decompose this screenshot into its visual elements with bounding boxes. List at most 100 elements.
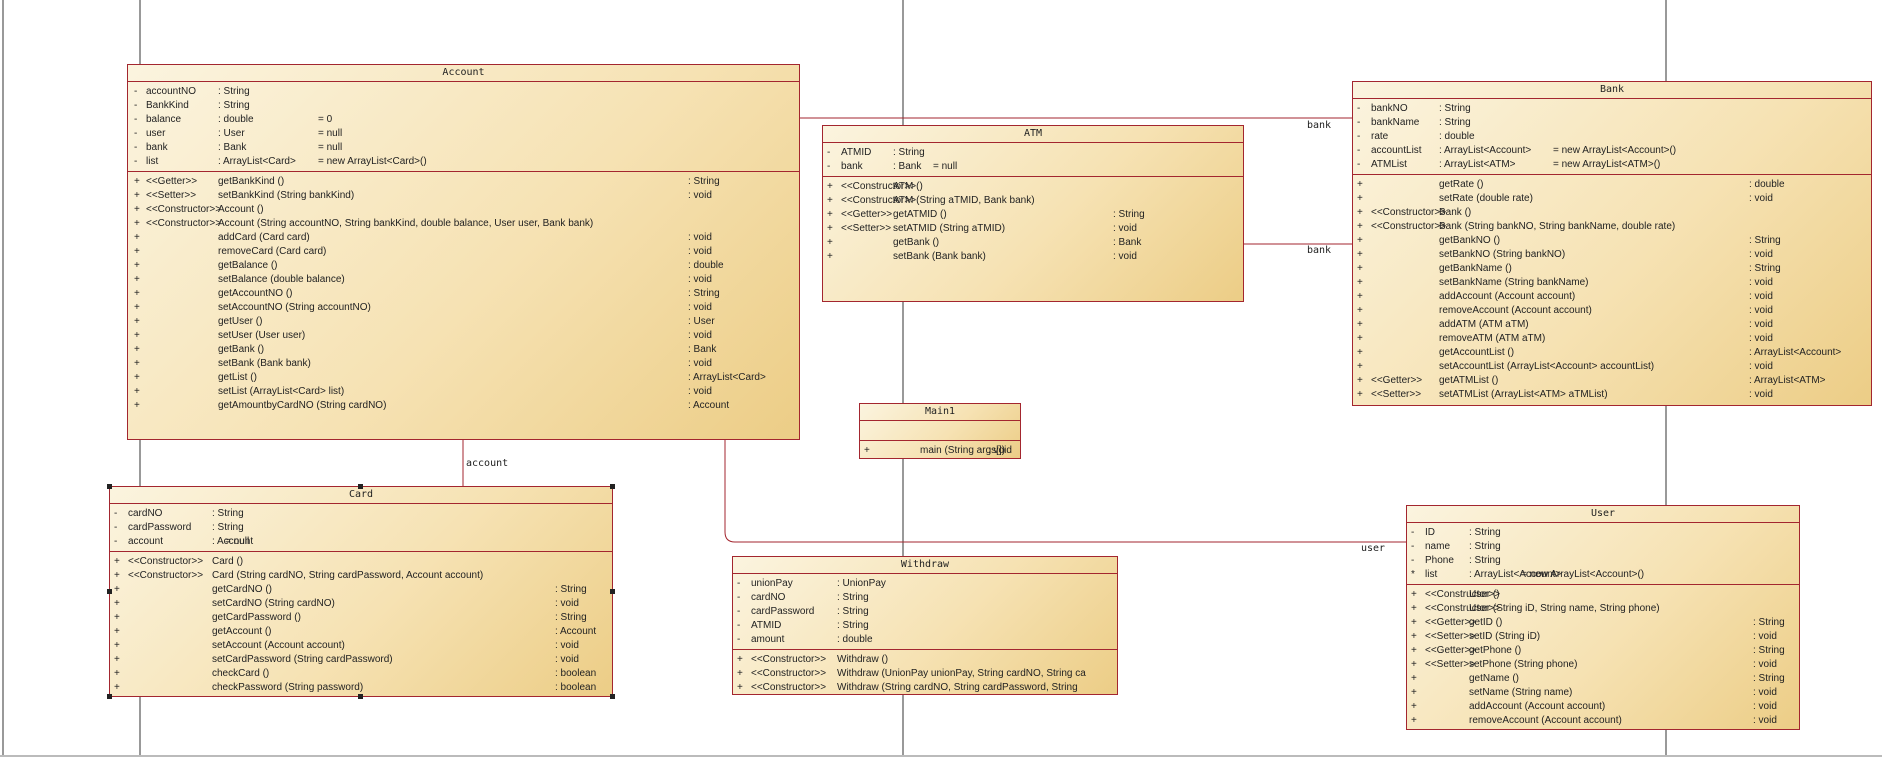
- operation-row[interactable]: + setBankNO (String bankNO): void: [1353, 248, 1871, 262]
- selection-handle[interactable]: [107, 484, 112, 489]
- operation-row[interactable]: + setCardNO (String cardNO): void: [110, 597, 612, 611]
- operation-row[interactable]: + removeCard (Card card): void: [128, 245, 799, 259]
- diagram-canvas[interactable]: account bank bank user Account - accountNO…: [0, 0, 1882, 757]
- attribute-row[interactable]: - ATMID: String: [823, 146, 1243, 160]
- operation-row[interactable]: + <<Constructor>> Card (): [110, 555, 612, 569]
- attribute-row[interactable]: - ATMList: ArrayList<ATM> = new ArrayList<…: [1353, 158, 1871, 172]
- operation-row[interactable]: + removeAccount (Account account): void: [1353, 304, 1871, 318]
- attribute-row[interactable]: - accountList: ArrayList<Account> = new Ar…: [1353, 144, 1871, 158]
- operation-row[interactable]: + getName (): String: [1407, 672, 1799, 686]
- operation-row[interactable]: + getBank (): Bank: [128, 343, 799, 357]
- attribute-row[interactable]: - bankNO: String: [1353, 102, 1871, 116]
- operation-row[interactable]: + getBank (): Bank: [823, 236, 1243, 250]
- operation-row[interactable]: + setRate (double rate): void: [1353, 192, 1871, 206]
- operation-row[interactable]: + getCardNO (): String: [110, 583, 612, 597]
- operation-row[interactable]: + <<Constructor>> Account (): [128, 203, 799, 217]
- operation-row[interactable]: + <<Constructor>> Withdraw (String cardNO,…: [733, 681, 1117, 695]
- operation-row[interactable]: + <<Constructor>> Bank (String bankNO, Str…: [1353, 220, 1871, 234]
- attribute-row[interactable]: - bankName: String: [1353, 116, 1871, 130]
- operation-row[interactable]: + main (String args[]): void: [860, 444, 1020, 458]
- operation-row[interactable]: + addAccount (Account account): void: [1353, 290, 1871, 304]
- operation-row[interactable]: + getAccount (): Account: [110, 625, 612, 639]
- operation-row[interactable]: + <<Constructor>> Bank (): [1353, 206, 1871, 220]
- attribute-row[interactable]: - list: ArrayList<Card> = new ArrayList<Ca…: [128, 155, 799, 169]
- operation-row[interactable]: + setCardPassword (String cardPassword): …: [110, 653, 612, 667]
- operation-row[interactable]: + <<Constructor>> Card (String cardNO, Str…: [110, 569, 612, 583]
- attribute-row[interactable]: - ID: String: [1407, 526, 1799, 540]
- class-account[interactable]: Account - accountNO: String - BankKind: Stri…: [127, 64, 800, 440]
- operation-row[interactable]: + removeAccount (Account account): void: [1407, 714, 1799, 728]
- operation-row[interactable]: + getList (): ArrayList<Card>: [128, 371, 799, 385]
- operation-row[interactable]: + checkCard (): boolean: [110, 667, 612, 681]
- operation-row[interactable]: + getUser (): User: [128, 315, 799, 329]
- operation-row[interactable]: + setBalance (double balance): void: [128, 273, 799, 287]
- operation-row[interactable]: + setAccountList (ArrayList<Account> acco…: [1353, 360, 1871, 374]
- operation-row[interactable]: + getBankName (): String: [1353, 262, 1871, 276]
- attribute-row[interactable]: - cardPassword: String: [110, 521, 612, 535]
- operation-row[interactable]: + addAccount (Account account): void: [1407, 700, 1799, 714]
- class-card[interactable]: Card - cardNO: String - cardPassword: String…: [109, 486, 613, 697]
- attribute-row[interactable]: - unionPay: UnionPay: [733, 577, 1117, 591]
- class-withdraw[interactable]: Withdraw - unionPay: UnionPay - cardNO: Stri…: [732, 556, 1118, 695]
- attribute-row[interactable]: - ATMID: String: [733, 619, 1117, 633]
- operation-row[interactable]: + setBankName (String bankName): void: [1353, 276, 1871, 290]
- operation-row[interactable]: + getAccountNO (): String: [128, 287, 799, 301]
- operation-row[interactable]: + setBank (Bank bank): void: [128, 357, 799, 371]
- selection-handle[interactable]: [107, 694, 112, 699]
- operation-row[interactable]: + <<Constructor>> Withdraw (): [733, 653, 1117, 667]
- attribute-row[interactable]: - amount: double: [733, 633, 1117, 647]
- operation-row[interactable]: + setName (String name): void: [1407, 686, 1799, 700]
- operation-row[interactable]: + <<Getter>> getATMID (): String: [823, 208, 1243, 222]
- attribute-row[interactable]: - cardPassword: String: [733, 605, 1117, 619]
- operation-row[interactable]: + addATM (ATM aTM): void: [1353, 318, 1871, 332]
- attribute-row[interactable]: - BankKind: String: [128, 99, 799, 113]
- operation-row[interactable]: + <<Constructor>> ATM (): [823, 180, 1243, 194]
- operation-row[interactable]: + removeATM (ATM aTM): void: [1353, 332, 1871, 346]
- operation-row[interactable]: + checkPassword (String password): boolea…: [110, 681, 612, 695]
- class-atm[interactable]: ATM - ATMID: String - bank: Bank = null + <<Con…: [822, 125, 1244, 302]
- operation-row[interactable]: + getBankNO (): String: [1353, 234, 1871, 248]
- selection-handle[interactable]: [610, 484, 615, 489]
- operation-row[interactable]: + <<Constructor>> User (String iD, String …: [1407, 602, 1799, 616]
- operation-row[interactable]: + setBank (Bank bank): void: [823, 250, 1243, 264]
- operation-row[interactable]: + <<Setter>> setID (String iD): void: [1407, 630, 1799, 644]
- operation-row[interactable]: + addCard (Card card): void: [128, 231, 799, 245]
- selection-handle[interactable]: [358, 694, 363, 699]
- attribute-row[interactable]: - bank: Bank = null: [128, 141, 799, 155]
- operation-row[interactable]: + getAccountList (): ArrayList<Account>: [1353, 346, 1871, 360]
- operation-row[interactable]: + setAccountNO (String accountNO): void: [128, 301, 799, 315]
- operation-row[interactable]: + <<Constructor>> Account (String accountN…: [128, 217, 799, 231]
- operation-row[interactable]: + <<Constructor>> Withdraw (UnionPay union…: [733, 667, 1117, 681]
- operation-row[interactable]: + setUser (User user): void: [128, 329, 799, 343]
- operation-row[interactable]: + <<Getter>> getATMList (): ArrayList<ATM>: [1353, 374, 1871, 388]
- account-user-edge[interactable]: [724, 440, 1406, 543]
- operation-row[interactable]: + getAmountbyCardNO (String cardNO): Acco…: [128, 399, 799, 413]
- attribute-row[interactable]: - cardNO: String: [110, 507, 612, 521]
- operation-row[interactable]: + <<Constructor>> User (): [1407, 588, 1799, 602]
- operation-row[interactable]: + <<Constructor>> ATM (String aTMID, Bank …: [823, 194, 1243, 208]
- selection-handle[interactable]: [107, 589, 112, 594]
- operation-row[interactable]: + <<Getter>> getBankKind (): String: [128, 175, 799, 189]
- operation-row[interactable]: + <<Getter>> getID (): String: [1407, 616, 1799, 630]
- attribute-row[interactable]: - rate: double: [1353, 130, 1871, 144]
- class-bank[interactable]: Bank - bankNO: String - bankName: String - rat…: [1352, 81, 1872, 406]
- attribute-row[interactable]: - cardNO: String: [733, 591, 1117, 605]
- attribute-row[interactable]: - name: String: [1407, 540, 1799, 554]
- operation-row[interactable]: + getRate (): double: [1353, 178, 1871, 192]
- attribute-row[interactable]: * list: ArrayList<Account> = new ArrayList…: [1407, 568, 1799, 582]
- attribute-row[interactable]: - bank: Bank = null: [823, 160, 1243, 174]
- operation-row[interactable]: + setAccount (Account account): void: [110, 639, 612, 653]
- operation-row[interactable]: + <<Setter>> setPhone (String phone): void: [1407, 658, 1799, 672]
- attribute-row[interactable]: - user: User = null: [128, 127, 799, 141]
- class-user[interactable]: User - ID: String - name: String - Phone: Stri…: [1406, 505, 1800, 730]
- selection-handle[interactable]: [358, 484, 363, 489]
- operation-row[interactable]: + getCardPassword (): String: [110, 611, 612, 625]
- attribute-row[interactable]: - account: Account = null: [110, 535, 612, 549]
- operation-row[interactable]: + <<Setter>> setBankKind (String bankKind)…: [128, 189, 799, 203]
- operation-row[interactable]: + setList (ArrayList<Card> list): void: [128, 385, 799, 399]
- selection-handle[interactable]: [610, 589, 615, 594]
- attribute-row[interactable]: - balance: double = 0: [128, 113, 799, 127]
- attribute-row[interactable]: - Phone: String: [1407, 554, 1799, 568]
- selection-handle[interactable]: [610, 694, 615, 699]
- operation-row[interactable]: + getBalance (): double: [128, 259, 799, 273]
